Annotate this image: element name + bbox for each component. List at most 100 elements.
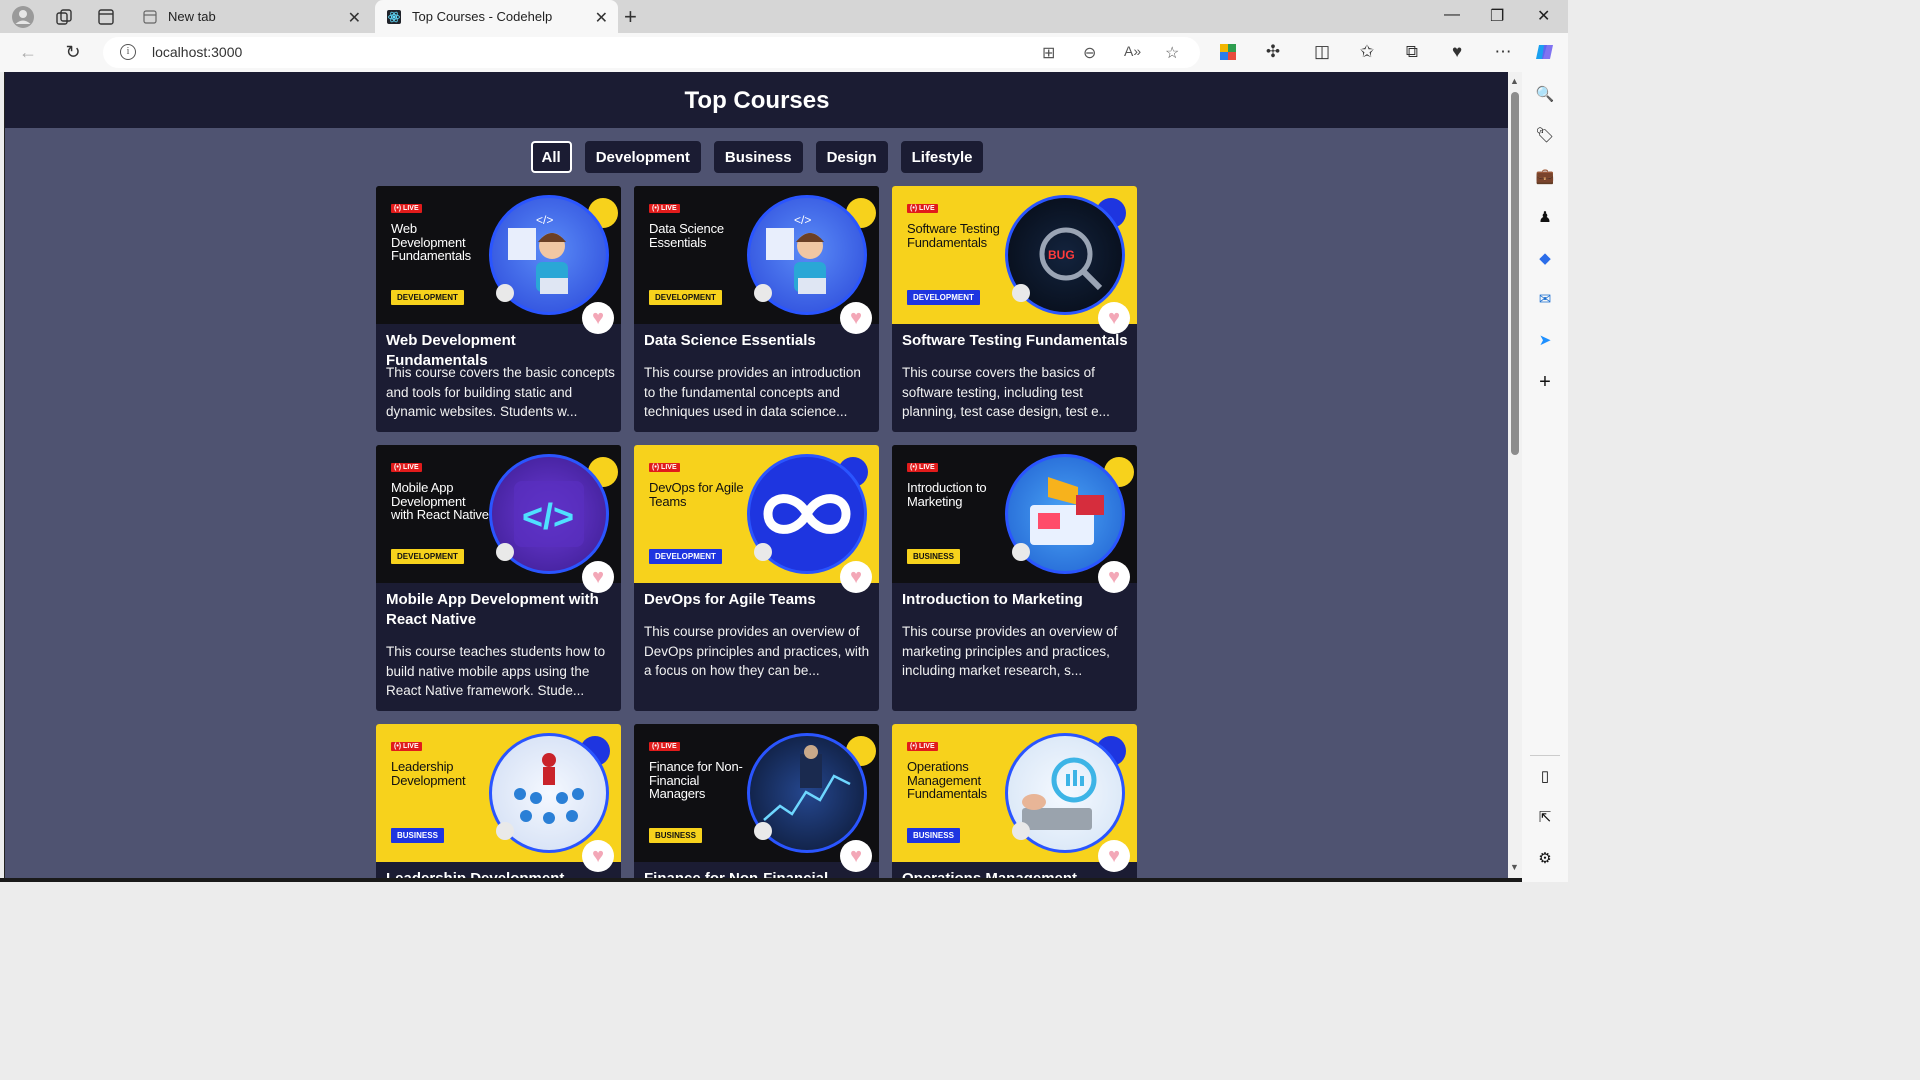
favorites-icon[interactable]: ✩	[1356, 41, 1378, 63]
course-description: This course covers the basic concepts an…	[386, 365, 615, 419]
course-title: DevOps for Agile Teams	[644, 591, 816, 608]
like-heart-icon[interactable]: ♥	[840, 840, 872, 872]
like-heart-icon[interactable]: ♥	[582, 561, 614, 593]
category-badge: DEVELOPMENT	[391, 549, 464, 564]
settings-gear-icon[interactable]: ⚙	[1535, 848, 1555, 868]
url-text[interactable]: localhost:3000	[152, 44, 242, 60]
like-heart-icon[interactable]: ♥	[840, 302, 872, 334]
minimize-icon[interactable]: —	[1444, 6, 1460, 24]
add-sidebar-app-icon[interactable]: +	[1535, 371, 1555, 393]
like-heart-icon[interactable]: ♥	[1098, 840, 1130, 872]
restore-icon[interactable]: ❐	[1490, 6, 1504, 26]
like-heart-icon[interactable]: ♥	[1098, 302, 1130, 334]
thumbnail-title: Software Testing Fundamentals	[907, 221, 1000, 250]
split-screen-icon[interactable]: ◫	[1311, 41, 1333, 63]
filter-business-button[interactable]: Business	[713, 141, 803, 173]
scroll-thumb[interactable]	[1511, 92, 1519, 455]
tools-briefcase-icon[interactable]: 💼	[1535, 166, 1555, 186]
course-card[interactable]: (•) LIVE Operations Management Fundament…	[892, 724, 1137, 878]
hide-sidebar-icon[interactable]: ▯	[1535, 766, 1555, 786]
course-thumbnail: (•) LIVE Operations Management Fundament…	[892, 724, 1137, 862]
tab-label: New tab	[168, 9, 216, 24]
profile-icon[interactable]	[11, 5, 35, 29]
course-thumbnail: (•) LIVE Data Science Essentials DEVELOP…	[634, 186, 879, 324]
page-scrollbar[interactable]: ▲ ▼	[1508, 72, 1522, 878]
svg-text:</>: </>	[794, 213, 811, 227]
address-bar[interactable]: i localhost:3000 ⊞ ⊖ A» ☆	[103, 37, 1200, 68]
extensions-puzzle-icon[interactable]: ✣	[1262, 41, 1284, 63]
more-menu-icon[interactable]: ⋯	[1492, 41, 1514, 63]
course-card[interactable]: (•) LIVE Data Science Essentials DEVELOP…	[634, 186, 879, 432]
live-badge: (•) LIVE	[907, 742, 938, 751]
tab-strip: New tab ✕ Top Courses - Codehelp ✕ + — ❐…	[0, 0, 1568, 33]
course-card[interactable]: (•) LIVE Leadership Development BUSINESS…	[376, 724, 621, 878]
live-badge: (•) LIVE	[391, 463, 422, 472]
page-title: Top Courses	[5, 72, 1508, 128]
course-card[interactable]: (•) LIVE Introduction to Marketing BUSIN…	[892, 445, 1137, 711]
read-aloud-icon[interactable]: A»	[1124, 43, 1141, 59]
close-tab-icon[interactable]: ✕	[595, 8, 608, 28]
like-heart-icon[interactable]: ♥	[840, 561, 872, 593]
course-description: This course teaches students how to buil…	[386, 644, 606, 698]
extension-colorful-icon[interactable]	[1217, 41, 1239, 63]
course-card[interactable]: (•) LIVE Mobile App Development with Rea…	[376, 445, 621, 711]
refresh-icon[interactable]: ↻	[62, 41, 84, 63]
workspaces-icon[interactable]	[52, 5, 76, 29]
drop-send-icon[interactable]: ➤	[1535, 330, 1555, 350]
live-badge: (•) LIVE	[649, 463, 680, 472]
new-tab-plus-icon[interactable]: +	[624, 4, 637, 30]
course-card[interactable]: (•) LIVE DevOps for Agile Teams DEVELOPM…	[634, 445, 879, 711]
svg-text:</>: </>	[536, 213, 553, 227]
page-viewport: Top Courses All Development Business Des…	[4, 72, 1508, 878]
course-thumbnail: (•) LIVE Finance for Non-Financial Manag…	[634, 724, 879, 862]
like-heart-icon[interactable]: ♥	[582, 302, 614, 334]
favorite-star-icon[interactable]: ☆	[1165, 43, 1179, 63]
navigation-bar: ← ↻ i localhost:3000 ⊞ ⊖ A» ☆ ✣ ◫ ✩ ⧉ ♥ …	[0, 33, 1568, 72]
course-description: This course covers the basics of softwar…	[902, 365, 1110, 419]
site-info-icon[interactable]: i	[120, 44, 136, 60]
app-available-icon[interactable]: ⊞	[1042, 43, 1055, 63]
course-title: Data Science Essentials	[644, 332, 816, 349]
close-tab-icon[interactable]: ✕	[348, 8, 361, 28]
thumbnail-title: Introduction to Marketing	[907, 480, 987, 509]
thumbnail-title: Finance for Non-Financial Managers	[649, 759, 743, 801]
thumbnail-title: Operations Management Fundamentals	[907, 759, 987, 801]
live-badge: (•) LIVE	[391, 742, 422, 751]
filter-design-button[interactable]: Design	[815, 141, 888, 173]
filter-lifestyle-button[interactable]: Lifestyle	[900, 141, 984, 173]
games-chess-icon[interactable]: ♟	[1535, 207, 1555, 227]
category-badge: BUSINESS	[907, 549, 960, 564]
scroll-down-arrow-icon[interactable]: ▼	[1510, 862, 1519, 872]
react-icon	[387, 9, 401, 24]
window-close-icon[interactable]: ✕	[1537, 6, 1550, 26]
course-title: Operations Management	[902, 869, 1130, 878]
open-external-icon[interactable]: ⇱	[1535, 807, 1555, 827]
filter-all-button[interactable]: All	[530, 141, 572, 173]
zoom-out-icon[interactable]: ⊖	[1083, 43, 1096, 63]
collections-icon[interactable]: ⧉	[1401, 41, 1423, 63]
category-badge: DEVELOPMENT	[649, 290, 722, 305]
course-description: This course provides an overview of mark…	[902, 624, 1118, 678]
tab-top-courses[interactable]: Top Courses - Codehelp ✕	[375, 0, 618, 33]
scroll-up-arrow-icon[interactable]: ▲	[1510, 76, 1519, 86]
back-arrow-icon[interactable]: ←	[17, 41, 39, 63]
shopping-tag-icon[interactable]: 🏷	[1535, 125, 1555, 145]
tab-actions-icon[interactable]	[94, 5, 118, 29]
live-badge: (•) LIVE	[649, 742, 680, 751]
copilot-icon[interactable]	[1534, 41, 1556, 63]
like-heart-icon[interactable]: ♥	[1098, 561, 1130, 593]
course-card[interactable]: (•) LIVE Finance for Non-Financial Manag…	[634, 724, 879, 878]
course-card[interactable]: (•) LIVE Software Testing Fundamentals D…	[892, 186, 1137, 432]
category-badge: DEVELOPMENT	[907, 290, 980, 305]
edge-sidebar: 🔍 🏷 💼 ♟ ◆ ✉ ➤ + ▯ ⇱ ⚙	[1522, 72, 1568, 882]
outlook-icon[interactable]: ✉	[1535, 289, 1555, 309]
live-badge: (•) LIVE	[907, 463, 938, 472]
microsoft365-icon[interactable]: ◆	[1535, 248, 1555, 268]
like-heart-icon[interactable]: ♥	[582, 840, 614, 872]
course-card[interactable]: (•) LIVE Web Development Fundamentals DE…	[376, 186, 621, 432]
browser-essentials-icon[interactable]: ♥	[1446, 41, 1468, 63]
filter-development-button[interactable]: Development	[584, 141, 701, 173]
search-icon[interactable]: 🔍	[1535, 84, 1555, 104]
tab-new-tab[interactable]: New tab ✕	[131, 0, 371, 33]
course-description: This course provides an overview of DevO…	[644, 624, 870, 678]
